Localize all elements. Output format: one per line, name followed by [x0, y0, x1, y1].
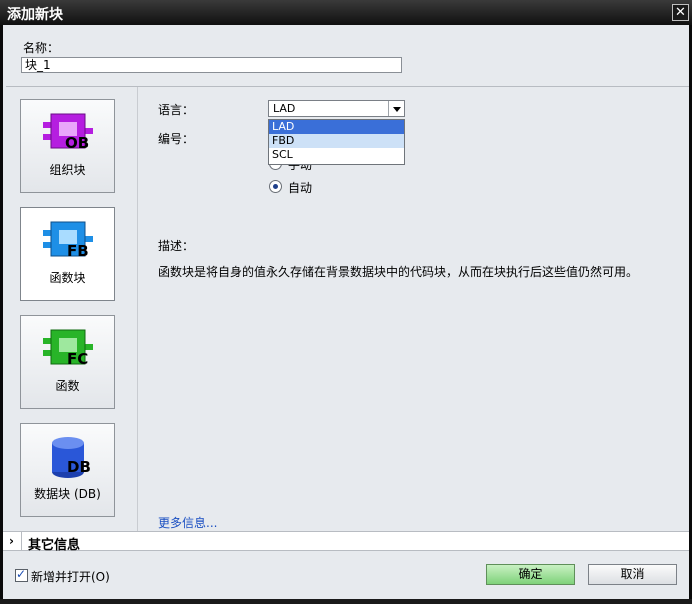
cancel-button[interactable]: 取消 [588, 564, 677, 585]
block-type-ob-label: 组织块 [49, 163, 86, 177]
number-label: 编号： [158, 132, 195, 146]
auto-number-radio[interactable] [269, 180, 282, 193]
ok-button[interactable]: 确定 [486, 564, 575, 585]
language-select-value: LAD [273, 102, 296, 115]
other-info-label: 其它信息 [28, 538, 81, 553]
window-title: 添加新块 [7, 7, 63, 23]
language-dropdown-list: LAD FBD SCL [268, 119, 405, 165]
language-option-scl[interactable]: SCL [269, 148, 404, 162]
block-type-db-label: 数据块 (DB) [34, 487, 101, 501]
add-and-open-label[interactable]: 新增并打开(O) [31, 568, 110, 585]
block-type-fc-button[interactable]: FC 函数 [20, 315, 115, 409]
auto-number-label: 自动 [288, 181, 313, 195]
ob-badge: OB [65, 134, 90, 152]
block-type-panel: OB 组织块 FB 函数块 FC 函数 DB 数据块 (DB) [6, 87, 138, 532]
language-select[interactable]: LAD [268, 100, 405, 117]
name-label: 名称： [23, 41, 60, 55]
language-label: 语言： [158, 103, 195, 117]
add-block-dialog: 名称： OB 组织块 [3, 25, 689, 599]
language-option-lad[interactable]: LAD [269, 120, 404, 134]
block-type-fb-button[interactable]: FB 函数块 [20, 207, 115, 301]
other-info-section[interactable]: › 其它信息 [3, 531, 689, 553]
description-label: 描述： [158, 239, 195, 253]
bottom-strip [0, 599, 692, 604]
add-and-open-checkbox[interactable] [15, 567, 28, 582]
fc-badge: FC [67, 350, 89, 368]
chevron-down-icon[interactable] [388, 101, 404, 116]
chevron-right-icon[interactable]: › [9, 534, 14, 548]
name-input[interactable] [21, 57, 402, 73]
block-type-db-button[interactable]: DB 数据块 (DB) [20, 423, 115, 517]
fb-badge: FB [67, 242, 89, 260]
block-type-fc-label: 函数 [55, 379, 80, 393]
content-area: OB 组织块 FB 函数块 FC 函数 DB 数据块 (DB) 语言： LAD … [6, 86, 689, 532]
title-bar: 添加新块 ✕ [0, 0, 692, 25]
divider [21, 532, 22, 550]
language-option-fbd[interactable]: FBD [269, 134, 404, 148]
db-badge: DB [67, 458, 91, 476]
block-type-fb-label: 函数块 [49, 271, 86, 285]
description-text: 函数块是将自身的值永久存储在背景数据块中的代码块，从而在块执行后这些值仍然可用。 [158, 265, 639, 279]
more-info-link[interactable]: 更多信息... [158, 514, 217, 531]
block-type-ob-button[interactable]: OB 组织块 [20, 99, 115, 193]
close-button[interactable]: ✕ [672, 4, 689, 21]
